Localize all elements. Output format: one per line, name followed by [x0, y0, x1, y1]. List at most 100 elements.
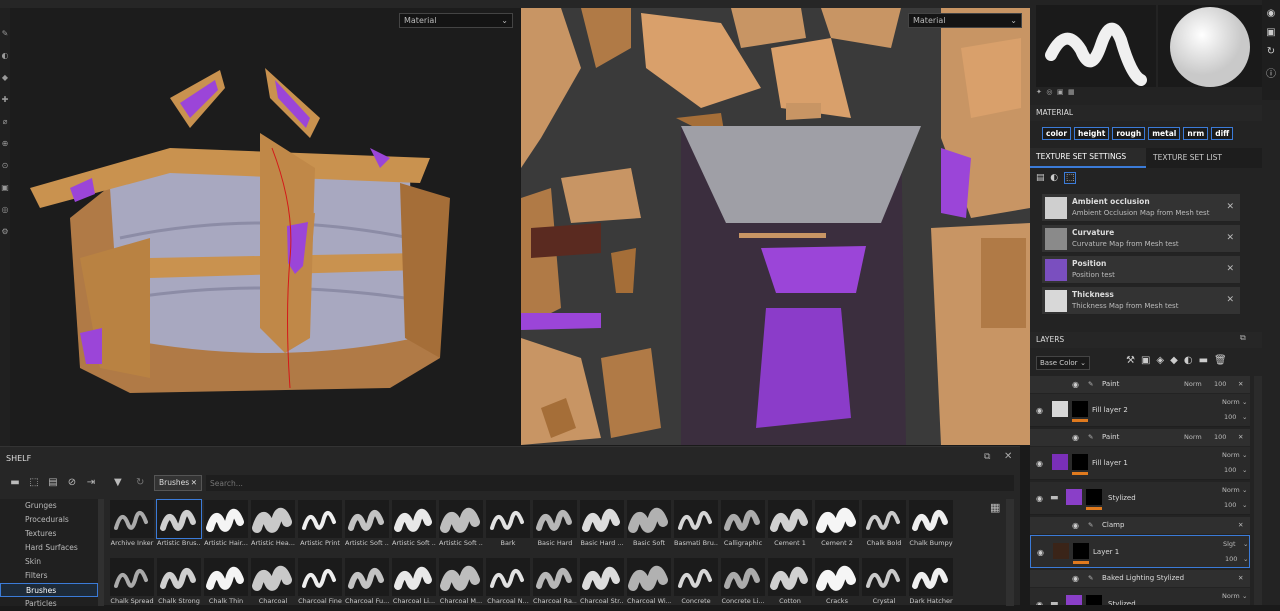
- baking-icon[interactable]: ▤: [1036, 173, 1045, 183]
- brush-item[interactable]: Basic Hard: [533, 500, 577, 548]
- viewport-3d[interactable]: Material ⌄: [10, 8, 520, 445]
- grid-icon[interactable]: ▦: [1068, 88, 1075, 96]
- opacity-value[interactable]: 100: [1214, 380, 1226, 388]
- paint-brush-icon[interactable]: ✎: [0, 28, 10, 39]
- opacity-value[interactable]: 100: [1214, 433, 1226, 441]
- brush-item[interactable]: Charcoal Wi...: [627, 558, 671, 606]
- tab-texture-set-list[interactable]: TEXTURE SET LIST: [1147, 148, 1247, 168]
- environment-icon[interactable]: ◎: [1046, 88, 1052, 96]
- opacity-value[interactable]: 100: [1224, 413, 1236, 421]
- blend-mode[interactable]: Norm: [1222, 486, 1240, 494]
- category-item[interactable]: Grunges: [0, 499, 98, 513]
- texture-map-item[interactable]: Ambient occlusion Ambient Occlusion Map f…: [1042, 194, 1240, 222]
- picker-icon[interactable]: ⊙: [0, 160, 10, 171]
- brush-item[interactable]: Chalk Bold: [862, 500, 906, 548]
- channel-button-color[interactable]: color: [1042, 127, 1072, 140]
- eye-icon[interactable]: ◉: [1072, 380, 1082, 389]
- brush-item[interactable]: Charcoal M...: [439, 558, 483, 606]
- opacity-value[interactable]: 100: [1225, 555, 1237, 563]
- layers-scrollbar[interactable]: [1254, 376, 1262, 605]
- category-item[interactable]: Particles: [0, 597, 98, 611]
- brush-item[interactable]: Artistic Print: [298, 500, 342, 548]
- brush-item[interactable]: Charcoal Ra...: [533, 558, 577, 606]
- brush-grid-scrollbar[interactable]: [1006, 499, 1014, 606]
- brush-item[interactable]: Calligraphic: [721, 500, 765, 548]
- channel-select[interactable]: Base Color ⌄: [1036, 356, 1090, 370]
- add-mask-icon[interactable]: ▣: [1141, 355, 1156, 366]
- close-icon[interactable]: ✕: [1238, 521, 1243, 529]
- brush-item[interactable]: Cracks: [815, 558, 859, 606]
- brush-item[interactable]: Archive Inker: [110, 500, 154, 548]
- close-icon[interactable]: ✕: [1226, 295, 1234, 305]
- close-icon[interactable]: ✕: [1238, 574, 1243, 582]
- undock-icon[interactable]: ⧉: [984, 452, 990, 462]
- smudge-icon[interactable]: ⌀: [0, 116, 10, 127]
- brush-item[interactable]: Crystal: [862, 558, 906, 606]
- brush-item[interactable]: Chalk Bumpy: [909, 500, 953, 548]
- brush-item[interactable]: Cotton: [768, 558, 812, 606]
- layer-row[interactable]: ◉ Fill layer 1 Norm ⌄ 100 ⌄: [1030, 447, 1250, 480]
- brush-item[interactable]: Charcoal Li...: [392, 558, 436, 606]
- viewport3d-mode-select[interactable]: Material ⌄: [399, 13, 513, 28]
- brush-item[interactable]: Artistic Hea...: [251, 500, 295, 548]
- brush-item[interactable]: Chalk Thin: [204, 558, 248, 606]
- category-item[interactable]: Skin: [0, 555, 98, 569]
- add-layer-icon[interactable]: ◈: [1156, 355, 1170, 366]
- projection-icon[interactable]: ◆: [0, 72, 10, 83]
- eye-icon[interactable]: ◉: [1262, 8, 1280, 19]
- uv-icon[interactable]: ⬚: [1063, 172, 1077, 184]
- add-fill-icon[interactable]: ◆: [1170, 355, 1184, 366]
- brush-item[interactable]: Charcoal: [251, 558, 295, 606]
- brush-item[interactable]: Basic Hard ...: [580, 500, 624, 548]
- delete-icon[interactable]: 🗑: [1214, 355, 1233, 366]
- brush-item[interactable]: Chalk Spread: [110, 558, 154, 606]
- camera-icon[interactable]: ◎: [0, 204, 10, 215]
- brush-item[interactable]: Artistic Hair...: [204, 500, 248, 548]
- brush-item[interactable]: Bark: [486, 500, 530, 548]
- blend-mode[interactable]: Norm: [1222, 451, 1240, 459]
- brush-item[interactable]: Charcoal N...: [486, 558, 530, 606]
- undock-icon[interactable]: ⧉: [1240, 333, 1246, 343]
- light-icon[interactable]: ✦: [1036, 88, 1042, 96]
- close-icon[interactable]: ✕: [1226, 202, 1234, 212]
- eraser-icon[interactable]: ◐: [0, 50, 10, 61]
- blend-mode[interactable]: Norm: [1184, 433, 1202, 441]
- brush-item[interactable]: Charcoal Fine: [298, 558, 342, 606]
- layer-row[interactable]: ◉ Layer 1 Slgt ⌄ 100 ⌄: [1030, 535, 1250, 568]
- layer-row[interactable]: ◉ ▬ Stylized Norm ⌄ 100 ⌄: [1030, 482, 1250, 515]
- category-item[interactable]: Textures: [0, 527, 98, 541]
- viewport-2d[interactable]: Material ⌄: [521, 8, 1030, 445]
- brush-item[interactable]: Basic Soft: [627, 500, 671, 548]
- category-item[interactable]: Hard Surfaces: [0, 541, 98, 555]
- add-folder-icon[interactable]: ▬: [1199, 355, 1214, 366]
- info-icon[interactable]: ⓘ: [1262, 65, 1280, 80]
- eye-icon[interactable]: ◉: [1036, 600, 1046, 605]
- brush-item[interactable]: Charcoal Fu...: [345, 558, 389, 606]
- opacity-value[interactable]: 100: [1224, 501, 1236, 509]
- layer-effect-row[interactable]: ◉ ✎ Clamp ✕: [1030, 517, 1250, 534]
- channel-button-nrm[interactable]: nrm: [1183, 127, 1209, 140]
- hide-icon[interactable]: ⊘: [65, 477, 79, 489]
- layer-row[interactable]: ◉ ▬ Stylized Norm ⌄: [1030, 588, 1250, 605]
- polygon-fill-icon[interactable]: ✚: [0, 94, 10, 105]
- settings-icon[interactable]: ⚙: [0, 226, 10, 237]
- clone-icon[interactable]: ⊕: [0, 138, 10, 149]
- filter-chip[interactable]: Brushes ✕: [154, 475, 202, 491]
- texture-map-item[interactable]: Thickness Thickness Map from Mesh test ✕: [1042, 287, 1240, 315]
- blend-mode[interactable]: Norm: [1222, 398, 1240, 406]
- category-item[interactable]: Filters: [0, 569, 98, 583]
- eye-icon[interactable]: ◉: [1036, 459, 1046, 468]
- eye-icon[interactable]: ◉: [1036, 406, 1046, 415]
- eye-icon[interactable]: ◉: [1036, 494, 1046, 503]
- category-item[interactable]: Brushes: [0, 583, 98, 597]
- transform-icon[interactable]: ▣: [0, 182, 10, 193]
- texture-map-item[interactable]: Position Position test ✕: [1042, 256, 1240, 284]
- grid-view-icon[interactable]: ▦: [990, 501, 1000, 514]
- refresh-icon[interactable]: ↻: [136, 477, 144, 488]
- tab-texture-set-settings[interactable]: TEXTURE SET SETTINGS: [1030, 148, 1146, 168]
- brush-item[interactable]: Cement 2: [815, 500, 859, 548]
- brush-item[interactable]: Chalk Strong: [157, 558, 201, 606]
- close-icon[interactable]: ✕: [191, 476, 197, 490]
- channel-button-metal[interactable]: metal: [1148, 127, 1181, 140]
- brush-item[interactable]: Artistic Soft ...: [345, 500, 389, 548]
